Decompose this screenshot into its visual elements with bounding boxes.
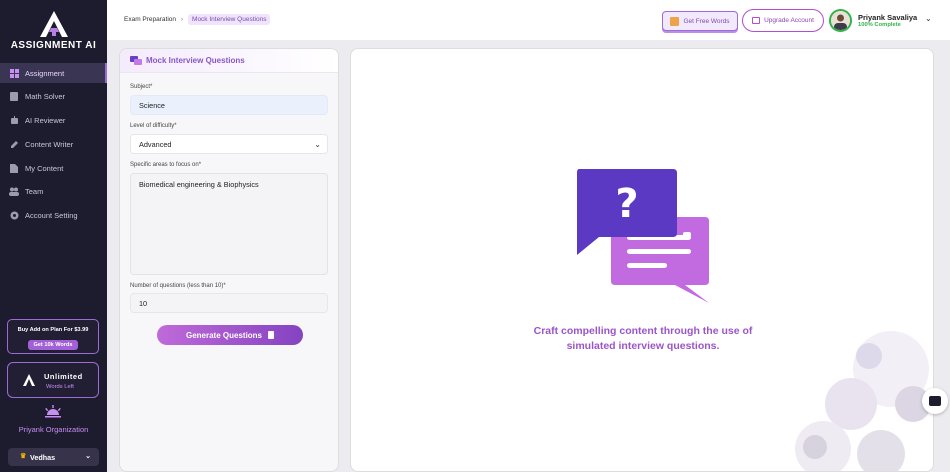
sidebar-item-label: Account Setting <box>25 211 78 221</box>
workspace-name: Vedhas <box>30 452 56 462</box>
get-free-words-label: Get Free Words <box>683 17 730 25</box>
result-panel: ? Craft compelling content through the u… <box>350 48 934 472</box>
sidebar-item-account-setting[interactable]: Account Setting <box>0 206 107 226</box>
sidebar-item-assignment[interactable]: Assignment <box>0 63 107 83</box>
profile-status: 100% Complete <box>858 22 901 28</box>
people-icon <box>9 187 19 197</box>
chevron-down-icon[interactable]: ⌄ <box>925 14 932 23</box>
sidebar-item-label: Content Writer <box>25 139 74 149</box>
sunrise-icon <box>45 405 61 418</box>
upgrade-icon <box>752 17 761 24</box>
chat-icon <box>929 396 941 406</box>
calculator-icon <box>9 92 19 102</box>
logo-icon <box>39 11 68 37</box>
question-chat-icon: ? <box>577 169 709 303</box>
sidebar-item-label: AI Reviewer <box>25 116 66 126</box>
focus-textarea[interactable]: Biomedical engineering & Biophysics <box>130 173 328 275</box>
sidebar: ASSIGNMENT AI Assignment Math Solver AI … <box>0 0 107 472</box>
document-icon <box>9 163 19 173</box>
breadcrumb: Exam Preparation › Mock Interview Questi… <box>124 14 271 25</box>
sidebar-item-label: Assignment <box>25 68 65 78</box>
gift-icon <box>670 16 680 26</box>
decorative-circles <box>795 331 931 471</box>
grid-icon <box>9 68 19 78</box>
focus-label: Specific areas to focus on* <box>130 162 202 168</box>
count-input[interactable]: 10 <box>130 293 328 313</box>
upgrade-label: Upgrade Account <box>764 17 814 24</box>
crown-icon: ♛ <box>20 453 27 460</box>
organization-name: Priyank Organization <box>18 425 89 434</box>
count-label: Number of questions (less than 10)* <box>130 283 226 289</box>
sidebar-item-team[interactable]: Team <box>0 182 107 202</box>
form-title: Mock Interview Questions <box>146 56 245 65</box>
svg-text:?: ? <box>615 181 638 227</box>
sidebar-nav: Assignment Math Solver AI Reviewer Conte… <box>0 63 107 230</box>
user-photo-icon <box>831 11 850 30</box>
focus-value: Biomedical engineering & Biophysics <box>139 180 259 189</box>
addon-promo[interactable]: Buy Add on Plan For $3.99 Get 10k Words <box>7 319 99 354</box>
sidebar-item-label: Math Solver <box>25 92 66 102</box>
chat-support-button[interactable] <box>922 388 948 414</box>
get-free-words-button[interactable]: Get Free Words <box>662 11 738 31</box>
clipboard-icon <box>268 331 275 339</box>
sidebar-item-label: Team <box>25 187 44 197</box>
pen-icon <box>9 139 19 149</box>
upgrade-account-button[interactable]: Upgrade Account <box>742 9 824 32</box>
sidebar-item-content-writer[interactable]: Content Writer <box>0 134 107 154</box>
workspace-select[interactable]: ♛ Vedhas ⌄ <box>8 448 99 466</box>
subject-label: Subject* <box>130 84 153 90</box>
breadcrumb-item[interactable]: Exam Preparation <box>124 16 176 23</box>
top-header: Exam Preparation › Mock Interview Questi… <box>107 0 950 40</box>
sidebar-item-math-solver[interactable]: Math Solver <box>0 87 107 107</box>
difficulty-label: Level of difficulty* <box>130 123 177 129</box>
chevron-down-icon: ⌄ <box>314 140 321 149</box>
gear-icon <box>9 211 19 221</box>
words-subtitle: Words Left <box>46 384 74 390</box>
promo-text: Buy Add on Plan For $3.99 <box>17 327 89 333</box>
chevron-right-icon: › <box>181 16 184 23</box>
robot-icon <box>9 116 19 126</box>
words-title: Unlimited <box>44 372 83 381</box>
avatar[interactable] <box>829 9 852 32</box>
sidebar-item-my-content[interactable]: My Content <box>0 158 107 178</box>
subject-value: Science <box>139 100 165 110</box>
sidebar-item-label: My Content <box>25 163 64 173</box>
breadcrumb-current: Mock Interview Questions <box>188 14 271 25</box>
generate-label: Generate Questions <box>185 330 263 340</box>
brand-logo[interactable]: ASSIGNMENT AI <box>0 10 107 51</box>
count-value: 10 <box>139 298 148 308</box>
words-left-card: Unlimited Words Left <box>7 362 99 398</box>
logo-icon <box>23 374 35 386</box>
chevron-down-icon: ⌄ <box>85 453 91 460</box>
form-header: Mock Interview Questions <box>120 49 338 73</box>
generate-questions-button[interactable]: Generate Questions <box>157 325 303 345</box>
difficulty-select[interactable]: Advanced ⌄ <box>130 134 328 154</box>
difficulty-value: Advanced <box>139 139 172 149</box>
subject-input[interactable]: Science <box>130 95 328 115</box>
form-panel: Mock Interview Questions Subject* Scienc… <box>119 48 339 472</box>
user-name[interactable]: Priyank Savaliya <box>858 13 917 22</box>
get-words-button[interactable]: Get 10k Words <box>28 340 78 350</box>
sidebar-item-ai-reviewer[interactable]: AI Reviewer <box>0 111 107 131</box>
brand-name: ASSIGNMENT AI <box>10 40 97 51</box>
chat-bubbles-icon <box>130 55 142 65</box>
